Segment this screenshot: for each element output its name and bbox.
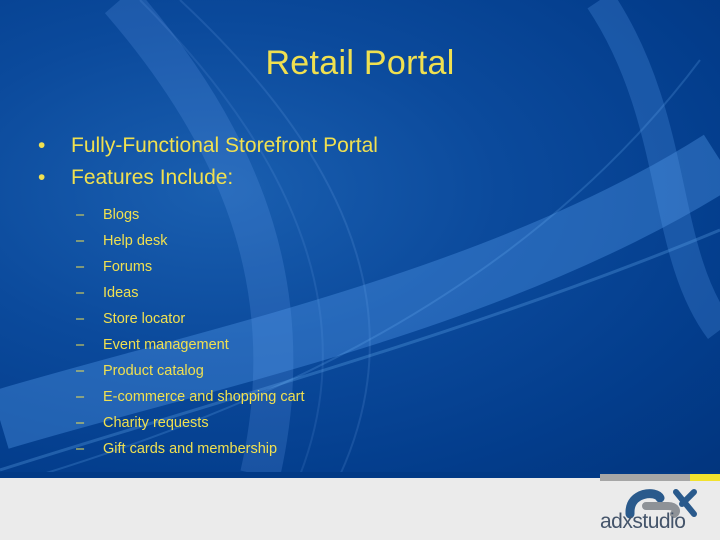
feature-text: Store locator (103, 311, 186, 327)
feature-item: – Ideas (76, 280, 305, 306)
logo-text: adxstudio (600, 510, 686, 533)
dash-marker: – (76, 233, 85, 249)
dash-marker: – (76, 415, 85, 431)
slide-title: Retail Portal (265, 44, 455, 82)
feature-list: – Blogs – Help desk – Forums – Ideas – Store … (76, 202, 305, 462)
feature-text: Event management (103, 337, 229, 353)
feature-text: E-commerce and shopping cart (103, 389, 305, 405)
feature-text: Charity requests (103, 415, 209, 431)
feature-item: – Charity requests (76, 410, 305, 436)
feature-item: – Blogs (76, 202, 305, 228)
dash-marker: – (76, 259, 85, 275)
footer-stripe-grey (600, 474, 690, 481)
slide: Retail Portal • Fully-Functional Storefro… (0, 0, 720, 540)
dash-marker: – (76, 311, 85, 327)
feature-text: Help desk (103, 233, 168, 249)
feature-text: Product catalog (103, 363, 204, 379)
feature-text: Blogs (103, 207, 140, 223)
feature-item: – Help desk (76, 228, 305, 254)
bullet-item: • Features Include: (38, 162, 378, 194)
bullet-item: • Fully-Functional Storefront Portal (38, 130, 378, 162)
dash-marker: – (76, 285, 85, 301)
feature-item: – Forums (76, 254, 305, 280)
feature-text: Forums (103, 259, 153, 275)
feature-item: – Event management (76, 332, 305, 358)
feature-item: – Product catalog (76, 358, 305, 384)
feature-text: Gift cards and membership (103, 441, 278, 457)
bullet-marker: • (38, 166, 46, 189)
feature-text: Ideas (103, 285, 139, 301)
feature-item: – Store locator (76, 306, 305, 332)
bullet-list: • Fully-Functional Storefront Portal • Fea… (38, 130, 378, 194)
bullet-text: Fully-Functional Storefront Portal (71, 134, 378, 157)
feature-item: – Gift cards and membership (76, 436, 305, 462)
dash-marker: – (76, 441, 85, 457)
dash-marker: – (76, 389, 85, 405)
bullet-marker: • (38, 134, 46, 157)
dash-marker: – (76, 363, 85, 379)
dash-marker: – (76, 337, 85, 353)
bullet-text: Features Include: (71, 166, 234, 189)
dash-marker: – (76, 207, 85, 223)
footer-stripe-yellow (690, 474, 720, 481)
feature-item: – E-commerce and shopping cart (76, 384, 305, 410)
